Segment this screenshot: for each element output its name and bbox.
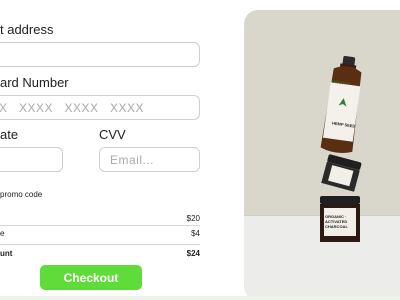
address-input[interactable] <box>0 42 200 67</box>
cvv-input[interactable]: Email... <box>99 147 200 172</box>
summary-divider-2 <box>0 244 200 245</box>
summary-divider-1 <box>0 225 200 226</box>
summary-row-1-value: $20 <box>186 214 200 223</box>
summary-row-2-label: e <box>0 229 5 238</box>
total-label: unt <box>0 249 13 258</box>
product-photo: BIOLOGY HEMP SEED ORGANIC · ACTIVATED CH… <box>244 10 400 300</box>
expiry-date-label: ate <box>0 127 19 142</box>
jar-label-text: ORGANIC · ACTIVATED CHARCOAL <box>325 214 348 229</box>
checkout-button[interactable]: Checkout <box>40 265 142 290</box>
card-number-label: ard Number <box>0 75 69 90</box>
address-label: t address <box>0 22 54 37</box>
expiry-date-input[interactable]: . <box>0 147 63 172</box>
total-value: $24 <box>186 249 200 258</box>
cvv-placeholder: Email... <box>110 152 155 167</box>
promo-code-link[interactable]: promo code <box>0 190 42 199</box>
card-number-input[interactable]: X XXXX XXXX XXXX <box>0 95 200 120</box>
bottom-band <box>0 296 400 300</box>
card-number-placeholder: X XXXX XXXX XXXX <box>0 100 145 115</box>
product-illustration <box>320 55 362 242</box>
cvv-label: CVV <box>99 127 126 142</box>
summary-row-2-value: $4 <box>191 229 200 238</box>
